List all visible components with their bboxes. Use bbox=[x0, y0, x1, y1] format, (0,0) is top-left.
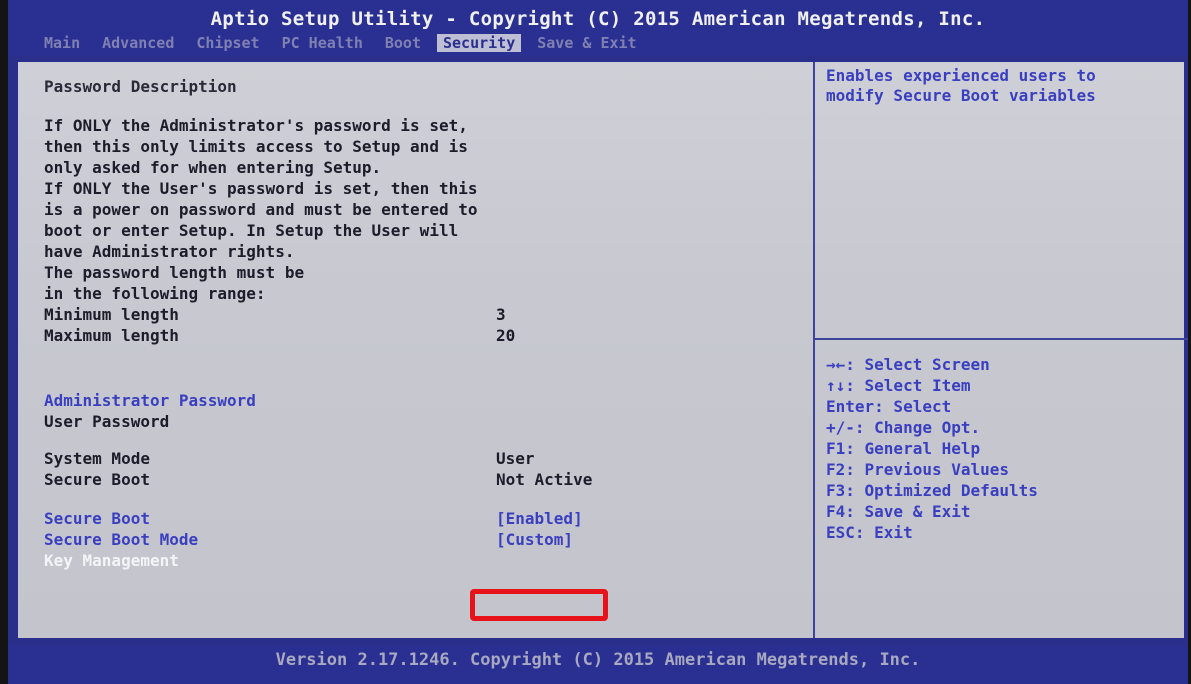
app-title: Aptio Setup Utility - Copyright (C) 2015… bbox=[210, 8, 986, 30]
min-length-value: 3 bbox=[496, 305, 506, 324]
secure-boot-status-label: Secure Boot bbox=[44, 470, 150, 489]
secure-boot-option-label: Secure Boot bbox=[44, 509, 150, 528]
settings-column: Password Description If ONLY the Adminis… bbox=[44, 76, 804, 571]
item-help-text: Enables experienced users to modify Secu… bbox=[826, 66, 1176, 106]
main-panel: Password Description If ONLY the Adminis… bbox=[16, 60, 1188, 640]
key-hint-f2: F2: Previous Values bbox=[826, 460, 1010, 479]
secure-boot-option-value[interactable]: [Enabled] bbox=[496, 508, 583, 529]
red-highlight-box bbox=[470, 589, 608, 621]
description-line: If ONLY the Administrator's password is … bbox=[44, 116, 468, 135]
administrator-password-label: Administrator Password bbox=[44, 391, 256, 410]
user-password-item[interactable]: User Password bbox=[44, 411, 804, 432]
help-line: Enables experienced users to bbox=[826, 66, 1096, 85]
password-description-title: Password Description bbox=[44, 77, 237, 96]
description-line: The password length must be bbox=[44, 263, 305, 282]
secure-boot-mode-label: Secure Boot Mode bbox=[44, 530, 199, 549]
header-bar: Aptio Setup Utility - Copyright (C) 2015… bbox=[8, 0, 1188, 56]
password-description-text: If ONLY the Administrator's password is … bbox=[44, 115, 804, 304]
vertical-divider bbox=[813, 62, 815, 638]
tab-save-exit[interactable]: Save & Exit bbox=[531, 34, 642, 52]
key-hint-f3: F3: Optimized Defaults bbox=[826, 481, 1038, 500]
key-hint-f1: F1: General Help bbox=[826, 439, 981, 458]
tab-security[interactable]: Security bbox=[437, 34, 522, 52]
description-line: boot or enter Setup. In Setup the User w… bbox=[44, 221, 459, 240]
user-password-label: User Password bbox=[44, 412, 170, 431]
menu-bar: Main Advanced Chipset PC Health Boot Sec… bbox=[38, 34, 643, 52]
secure-boot-status-value: Not Active bbox=[496, 470, 593, 489]
secure-boot-status-row: Secure Boot Not Active bbox=[44, 469, 804, 490]
min-length-row: Minimum length 3 bbox=[44, 304, 804, 325]
bios-screen: Aptio Setup Utility - Copyright (C) 2015… bbox=[8, 0, 1188, 684]
horizontal-divider bbox=[815, 338, 1188, 340]
help-line: modify Secure Boot variables bbox=[826, 86, 1096, 105]
key-legend: →←: Select Screen ↑↓: Select Item Enter:… bbox=[826, 354, 1176, 543]
tab-advanced[interactable]: Advanced bbox=[96, 34, 180, 52]
secure-boot-mode-option[interactable]: Secure Boot Mode [Custom] bbox=[44, 529, 804, 550]
key-hint-select-screen: →←: Select Screen bbox=[826, 355, 990, 374]
footer-bar: Version 2.17.1246. Copyright (C) 2015 Am… bbox=[8, 646, 1188, 684]
administrator-password-item[interactable]: Administrator Password bbox=[44, 390, 804, 411]
version-text: Version 2.17.1246. Copyright (C) 2015 Am… bbox=[275, 650, 921, 670]
key-hint-change-opt: +/-: Change Opt. bbox=[826, 418, 981, 437]
tab-chipset[interactable]: Chipset bbox=[190, 34, 265, 52]
tab-boot[interactable]: Boot bbox=[379, 34, 427, 52]
description-line: is a power on password and must be enter… bbox=[44, 200, 478, 219]
system-mode-row: System Mode User bbox=[44, 448, 804, 469]
key-hint-select-item: ↑↓: Select Item bbox=[826, 376, 971, 395]
description-line: only asked for when entering Setup. bbox=[44, 158, 382, 177]
max-length-value: 20 bbox=[496, 326, 516, 345]
system-mode-label: System Mode bbox=[44, 449, 150, 468]
description-line: If ONLY the User's password is set, then… bbox=[44, 179, 478, 198]
key-hint-enter: Enter: Select bbox=[826, 397, 952, 416]
max-length-label: Maximum length bbox=[44, 326, 179, 345]
description-line: in the following range: bbox=[44, 284, 266, 303]
description-line: then this only limits access to Setup an… bbox=[44, 137, 468, 156]
key-management-item[interactable]: Key Management bbox=[44, 550, 804, 571]
max-length-row: Maximum length 20 bbox=[44, 325, 804, 346]
key-management-label: Key Management bbox=[44, 551, 179, 570]
key-hint-esc: ESC: Exit bbox=[826, 523, 913, 542]
min-length-label: Minimum length bbox=[44, 305, 179, 324]
system-mode-value: User bbox=[496, 449, 535, 468]
description-line: have Administrator rights. bbox=[44, 242, 295, 261]
key-hint-f4: F4: Save & Exit bbox=[826, 502, 971, 521]
secure-boot-option[interactable]: Secure Boot [Enabled] bbox=[44, 508, 804, 529]
secure-boot-mode-value[interactable]: [Custom] bbox=[496, 529, 573, 550]
tab-main[interactable]: Main bbox=[38, 34, 86, 52]
tab-pc-health[interactable]: PC Health bbox=[276, 34, 369, 52]
